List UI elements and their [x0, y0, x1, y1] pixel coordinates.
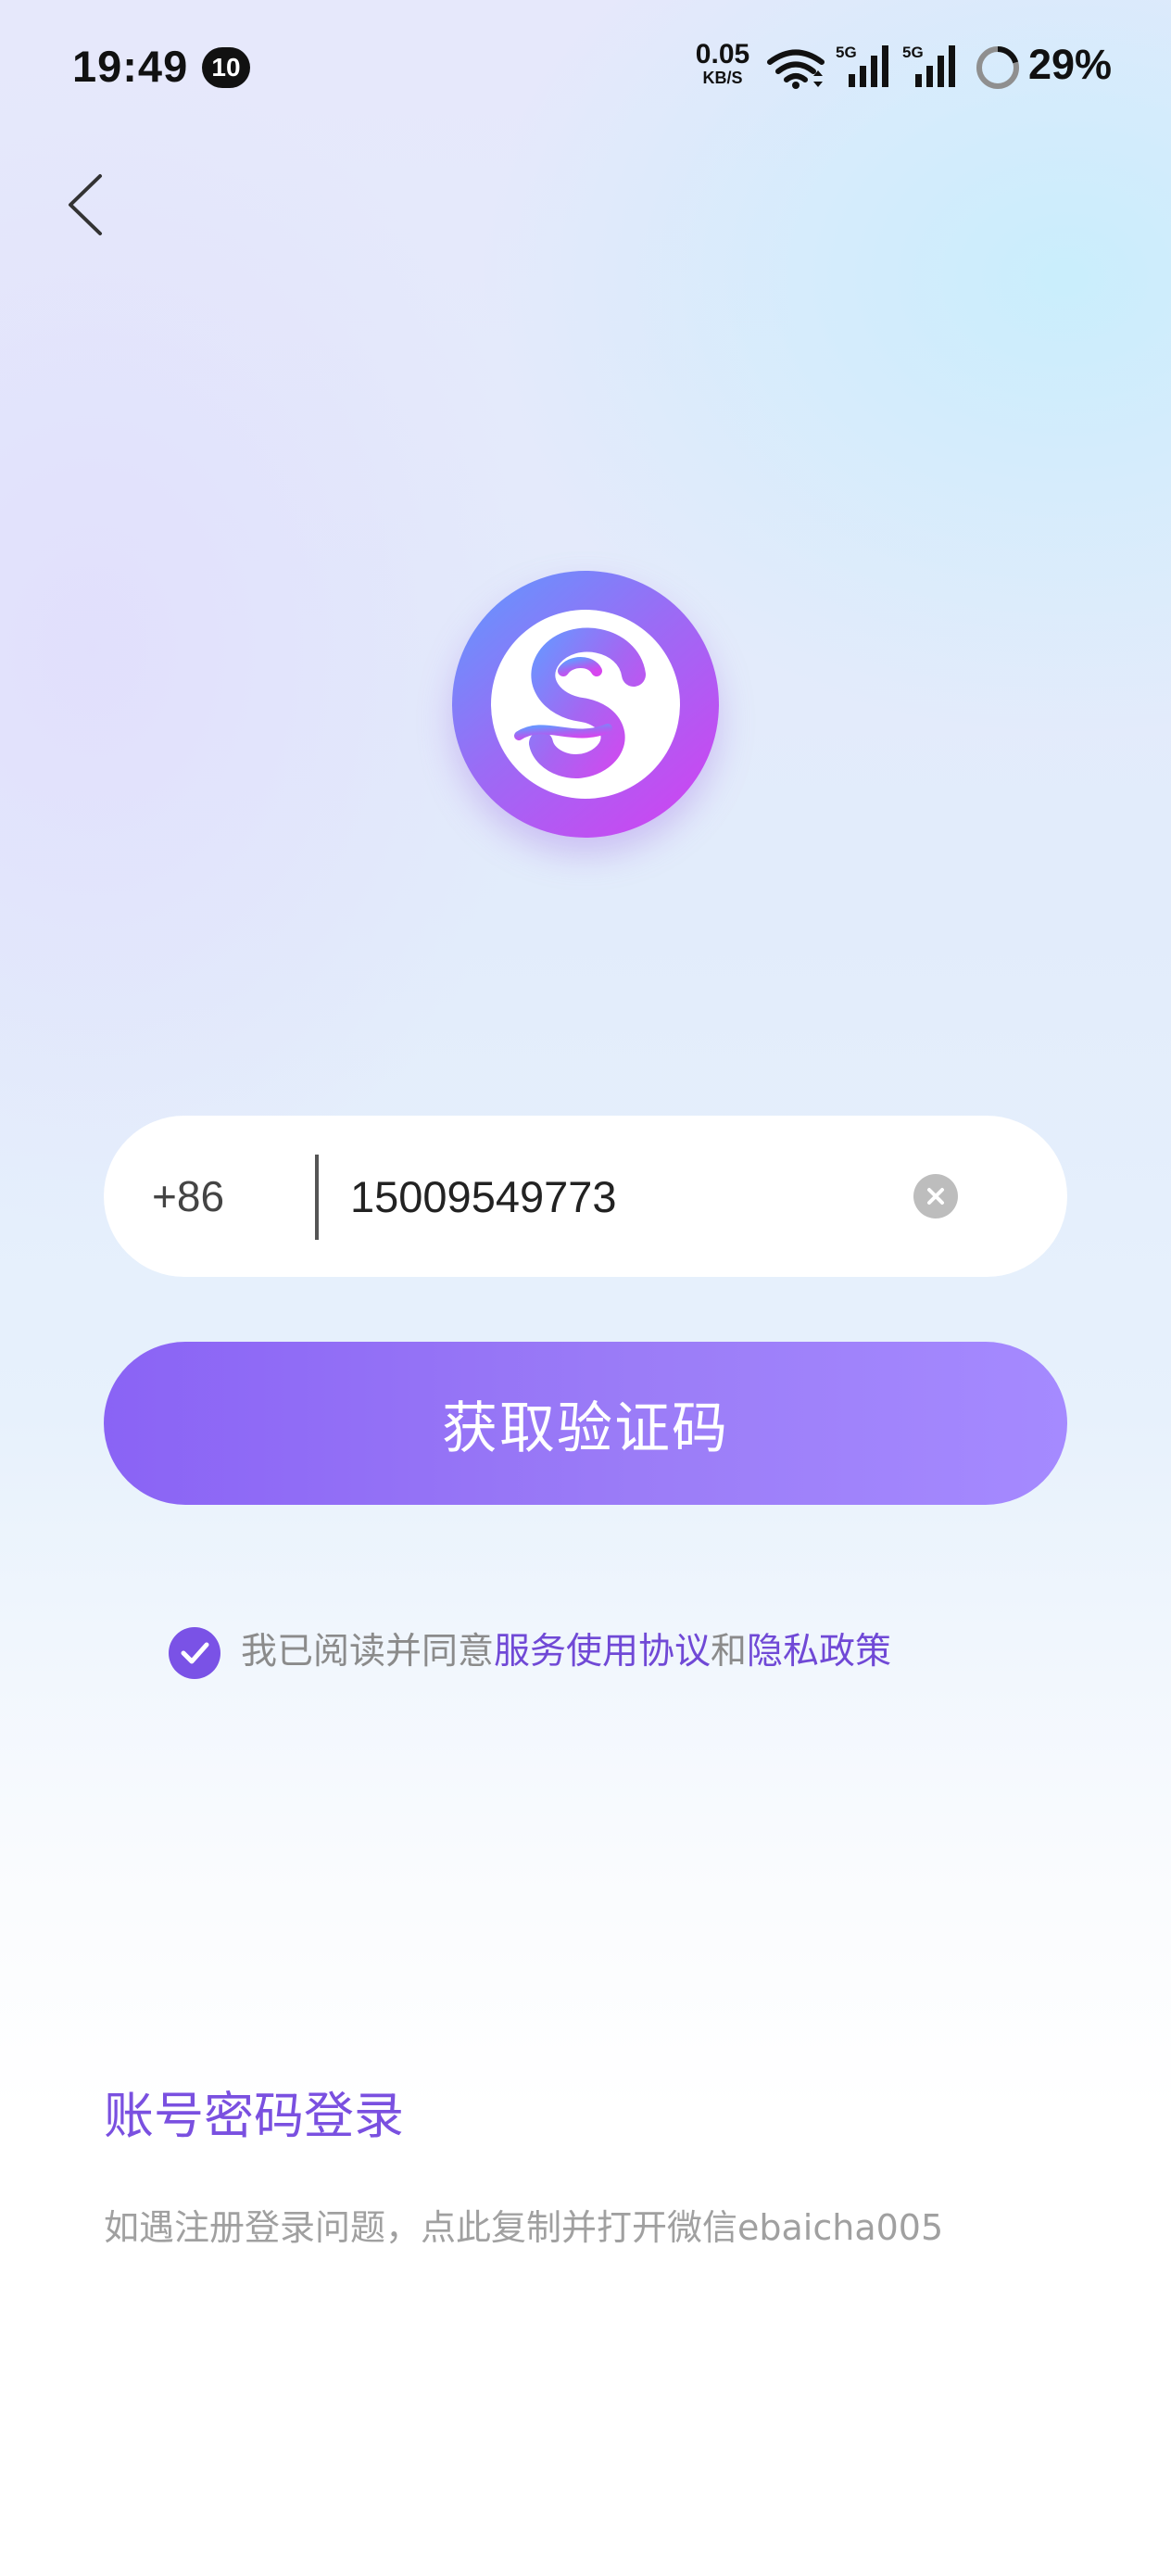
signal-5g-label: 5G	[902, 44, 924, 61]
status-bar: 19:49 10 0.05 KB/S 5G 5G 29%	[0, 0, 1171, 139]
swirl-s-logo	[491, 610, 680, 799]
privacy-policy-link[interactable]: 隐私政策	[747, 1631, 891, 1673]
close-circle-icon	[927, 1188, 944, 1205]
battery-ring-icon	[976, 46, 1019, 89]
phone-input-field: +86	[104, 1116, 1067, 1277]
network-speed-unit: KB/S	[702, 69, 743, 87]
agreement-prefix: 我已阅读并同意	[241, 1631, 495, 1673]
password-login-link[interactable]: 账号密码登录	[104, 2079, 404, 2153]
help-contact-text[interactable]: 如遇注册登录问题，点此复制并打开微信ebaicha005	[104, 2200, 943, 2255]
chevron-left-icon	[69, 174, 102, 235]
app-logo	[452, 571, 719, 838]
network-speed: 0.05 KB/S	[686, 39, 760, 87]
agreement-checkbox[interactable]	[169, 1627, 220, 1679]
notification-count-badge: 10	[202, 47, 250, 88]
agreement-text: 我已阅读并同意服务使用协议和隐私政策	[241, 1625, 891, 1679]
check-icon	[181, 1642, 209, 1664]
get-verification-code-button[interactable]: 获取验证码	[104, 1342, 1067, 1505]
phone-number-input[interactable]	[350, 1153, 943, 1240]
signal-5g-icon: 5G	[836, 44, 888, 87]
agreement-row: 我已阅读并同意服务使用协议和隐私政策	[169, 1625, 1095, 1679]
status-time: 19:49	[72, 42, 189, 91]
agreement-conjunction: 和	[711, 1631, 748, 1673]
clear-input-button[interactable]	[913, 1174, 958, 1219]
back-button[interactable]	[56, 163, 120, 246]
signal-5g-label: 5G	[836, 44, 857, 61]
network-speed-value: 0.05	[695, 39, 750, 69]
country-code-selector[interactable]: +86	[152, 1116, 224, 1277]
signal-5g-icon: 5G	[902, 44, 955, 87]
terms-of-service-link[interactable]: 服务使用协议	[494, 1631, 711, 1673]
battery-percent: 29%	[1028, 41, 1113, 88]
wifi-icon	[767, 49, 825, 89]
input-divider	[315, 1155, 319, 1240]
